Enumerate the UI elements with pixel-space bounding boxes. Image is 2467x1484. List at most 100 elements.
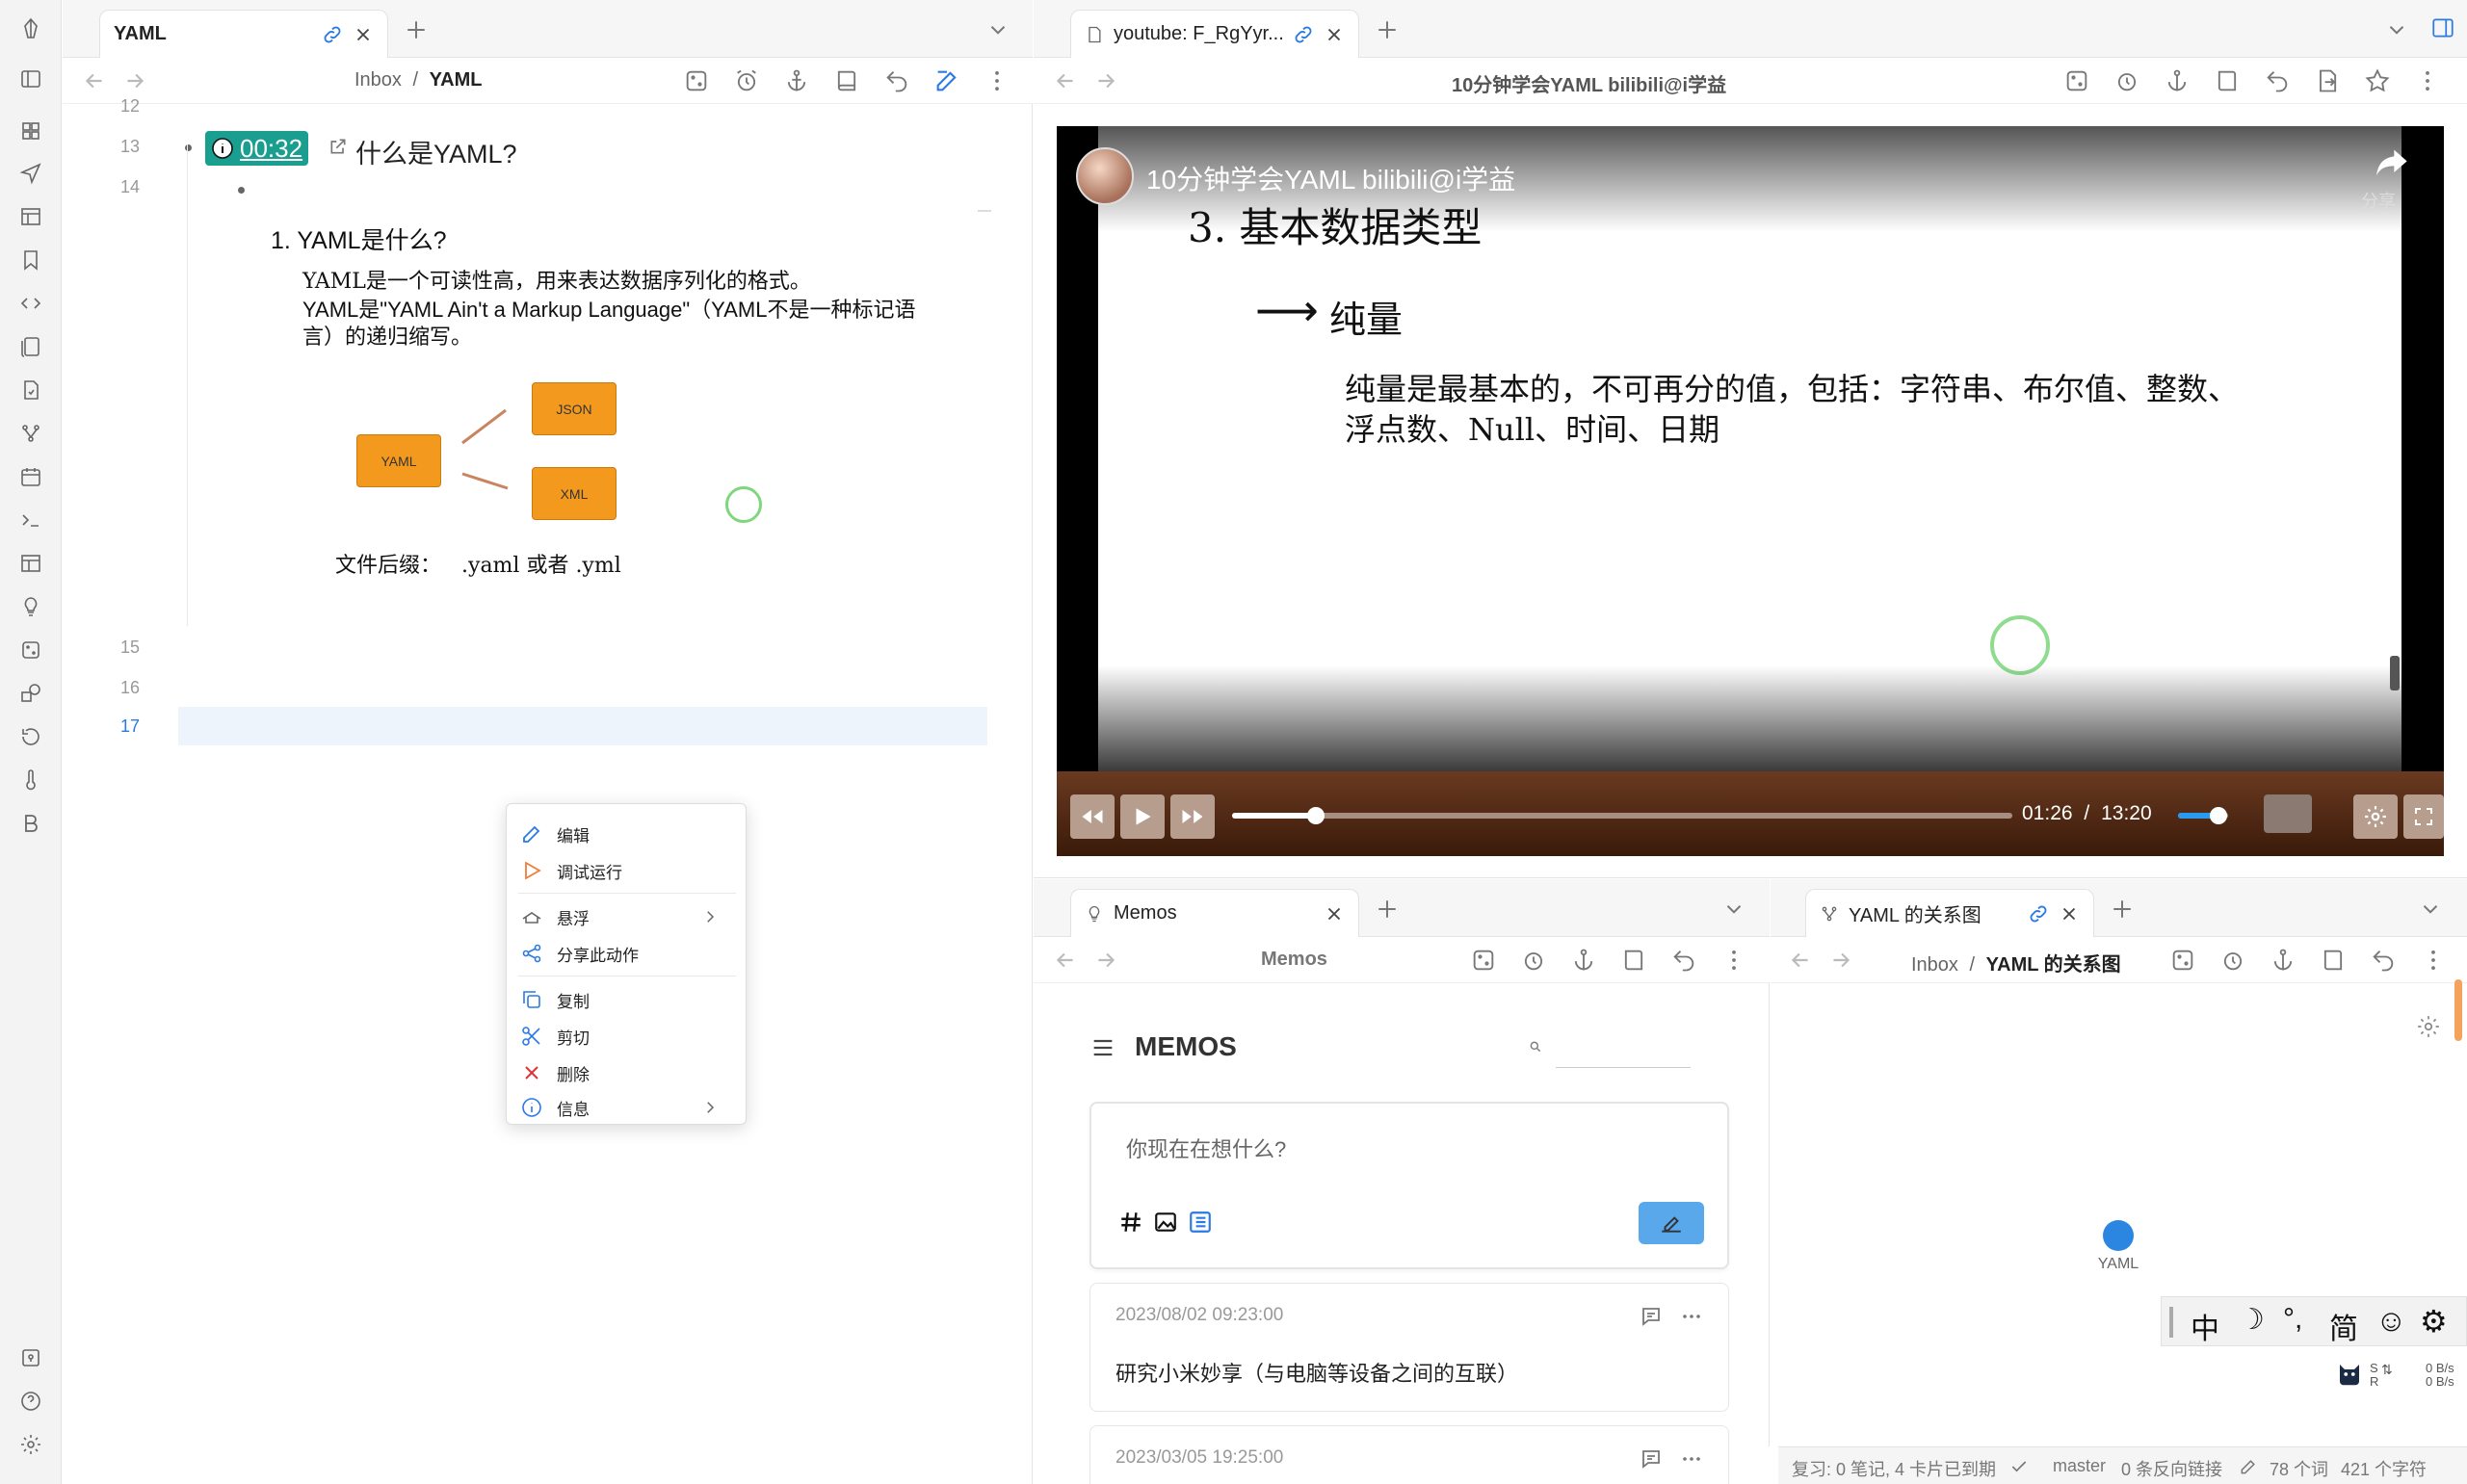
active-line[interactable] xyxy=(178,707,987,745)
alarm-icon[interactable] xyxy=(733,67,760,94)
ime-settings-icon[interactable]: ⚙ xyxy=(2420,1303,2448,1340)
dice-icon[interactable] xyxy=(2169,947,2196,974)
avatar[interactable] xyxy=(1076,147,1134,205)
anchor-icon[interactable] xyxy=(1570,947,1597,974)
table-layout-icon[interactable] xyxy=(13,546,48,581)
menu-item-edit[interactable]: 编辑 xyxy=(507,818,746,850)
settings-icon[interactable] xyxy=(13,1427,48,1462)
undo-icon[interactable] xyxy=(883,67,910,94)
template-code-icon[interactable] xyxy=(13,286,48,321)
graph-node[interactable] xyxy=(2103,1220,2134,1251)
alarm-icon[interactable] xyxy=(2219,947,2246,974)
progress-knob[interactable] xyxy=(1307,807,1325,824)
more-vertical-icon[interactable] xyxy=(2414,67,2441,94)
collapse-handle[interactable] xyxy=(978,204,991,212)
new-tab-icon[interactable] xyxy=(1373,15,1402,44)
progress-bar[interactable] xyxy=(1232,807,2012,824)
anchor-icon[interactable] xyxy=(2164,67,2191,94)
send-icon[interactable] xyxy=(13,156,48,191)
video-player[interactable]: 3. 基本数据类型 ⟶ 纯量 纯量是最基本的，不可再分的值，包括：字符串、布尔值… xyxy=(1057,126,2444,856)
back-arrow-icon[interactable] xyxy=(82,68,107,93)
back-arrow-icon[interactable] xyxy=(1053,948,1078,973)
ime-punctuation[interactable]: °, xyxy=(2283,1303,2302,1336)
timestamp-link[interactable]: 00:32 xyxy=(205,131,309,166)
chevron-down-icon[interactable] xyxy=(2384,17,2409,42)
ime-drag-handle[interactable] xyxy=(2169,1307,2173,1338)
play-button[interactable] xyxy=(1120,794,1165,839)
calendar-icon[interactable] xyxy=(13,459,48,494)
graph-settings-gear-icon[interactable] xyxy=(2416,1014,2441,1039)
volume-knob[interactable] xyxy=(2209,807,2227,824)
ime-moon-icon[interactable]: ☽ xyxy=(2239,1303,2265,1337)
app-logo-icon[interactable] xyxy=(13,12,48,46)
bold-b-icon[interactable] xyxy=(13,806,48,841)
memo-input-placeholder[interactable]: 你现在在想什么? xyxy=(1126,1133,1286,1163)
memo-send-button[interactable] xyxy=(1639,1202,1704,1244)
forward-arrow-icon[interactable] xyxy=(1828,948,1853,973)
memo-card[interactable]: 2023/03/05 19:25:00 xyxy=(1089,1425,1729,1484)
review-status[interactable]: 复习: 0 笔记, 4 卡片已到期 xyxy=(1792,1456,1996,1481)
cat-tray-icon[interactable] xyxy=(2335,1360,2364,1389)
shapes-icon[interactable] xyxy=(13,676,48,711)
git-graph-icon[interactable] xyxy=(13,416,48,451)
undo-icon[interactable] xyxy=(2370,947,2397,974)
bookmark-icon[interactable] xyxy=(13,243,48,277)
alarm-icon[interactable] xyxy=(1520,947,1547,974)
hamburger-menu-icon[interactable] xyxy=(1089,1034,1116,1061)
cards-icon[interactable] xyxy=(13,329,48,364)
comment-icon[interactable] xyxy=(1640,1305,1663,1328)
scrollbar-indicator[interactable] xyxy=(2454,979,2462,1041)
image-icon[interactable] xyxy=(1153,1210,1178,1235)
book-icon[interactable] xyxy=(833,67,860,94)
close-tab-icon[interactable] xyxy=(353,24,374,45)
star-icon[interactable] xyxy=(2364,67,2391,94)
dice-icon[interactable] xyxy=(1470,947,1497,974)
lightbulb-icon[interactable] xyxy=(13,589,48,624)
forward-arrow-icon[interactable] xyxy=(1093,948,1118,973)
fullscreen-button[interactable] xyxy=(2403,794,2444,839)
close-tab-icon[interactable] xyxy=(1324,24,1345,45)
undo-icon[interactable] xyxy=(2264,67,2291,94)
volume-slider[interactable] xyxy=(2178,807,2228,824)
anchor-icon[interactable] xyxy=(783,67,810,94)
menu-item-copy[interactable]: 复制 xyxy=(507,983,746,1016)
menu-item-cut[interactable]: 剪切 xyxy=(507,1020,746,1053)
close-tab-icon[interactable] xyxy=(1324,903,1345,924)
menu-item-info[interactable]: 信息 xyxy=(507,1091,746,1124)
vault-icon[interactable] xyxy=(13,1341,48,1375)
back-arrow-icon[interactable] xyxy=(1788,948,1813,973)
forward-button[interactable] xyxy=(1170,794,1215,839)
terminal-icon[interactable] xyxy=(13,503,48,537)
book-icon[interactable] xyxy=(2320,947,2347,974)
file-sync-icon[interactable] xyxy=(13,373,48,407)
new-tab-icon[interactable] xyxy=(2108,895,2137,924)
undo-icon[interactable] xyxy=(1670,947,1697,974)
layout-icon[interactable] xyxy=(13,199,48,234)
rewind-button[interactable] xyxy=(1070,794,1115,839)
more-vertical-icon[interactable] xyxy=(984,67,1010,94)
chevron-down-icon[interactable] xyxy=(985,17,1010,42)
menu-item-debug-run[interactable]: 调试运行 xyxy=(507,854,746,887)
tab-memos[interactable]: Memos xyxy=(1070,889,1359,937)
external-link-icon[interactable] xyxy=(328,137,348,156)
right-sidebar-toggle-icon[interactable] xyxy=(2430,15,2455,40)
anchor-icon[interactable] xyxy=(2270,947,2296,974)
dice-icon[interactable] xyxy=(683,67,710,94)
alarm-icon[interactable] xyxy=(2113,67,2140,94)
video-title[interactable]: 10分钟学会YAML bilibili@i学益 xyxy=(1146,159,1515,197)
close-tab-icon[interactable] xyxy=(2059,903,2080,924)
menu-item-float[interactable]: 悬浮 xyxy=(507,900,746,933)
edit-mode-icon[interactable] xyxy=(933,67,960,94)
settings-button[interactable] xyxy=(2353,794,2398,839)
sidebar-toggle-icon[interactable] xyxy=(13,62,48,96)
chevron-down-icon[interactable] xyxy=(1721,897,1746,922)
memo-card[interactable]: 2023/08/02 09:23:00 研究小米妙享（与电脑等设备之间的互联） xyxy=(1089,1283,1729,1412)
history-icon[interactable] xyxy=(13,719,48,754)
memo-editor[interactable]: 你现在在想什么? xyxy=(1089,1102,1729,1269)
menu-item-share-action[interactable]: 分享此动作 xyxy=(507,937,746,970)
chevron-down-icon[interactable] xyxy=(2418,897,2443,922)
side-handle[interactable] xyxy=(2390,656,2400,690)
timestamp-text[interactable]: 00:32 xyxy=(240,134,302,164)
tab-youtube[interactable]: youtube: F_RgYyr... xyxy=(1070,10,1359,58)
git-branch[interactable]: master xyxy=(2053,1456,2106,1476)
